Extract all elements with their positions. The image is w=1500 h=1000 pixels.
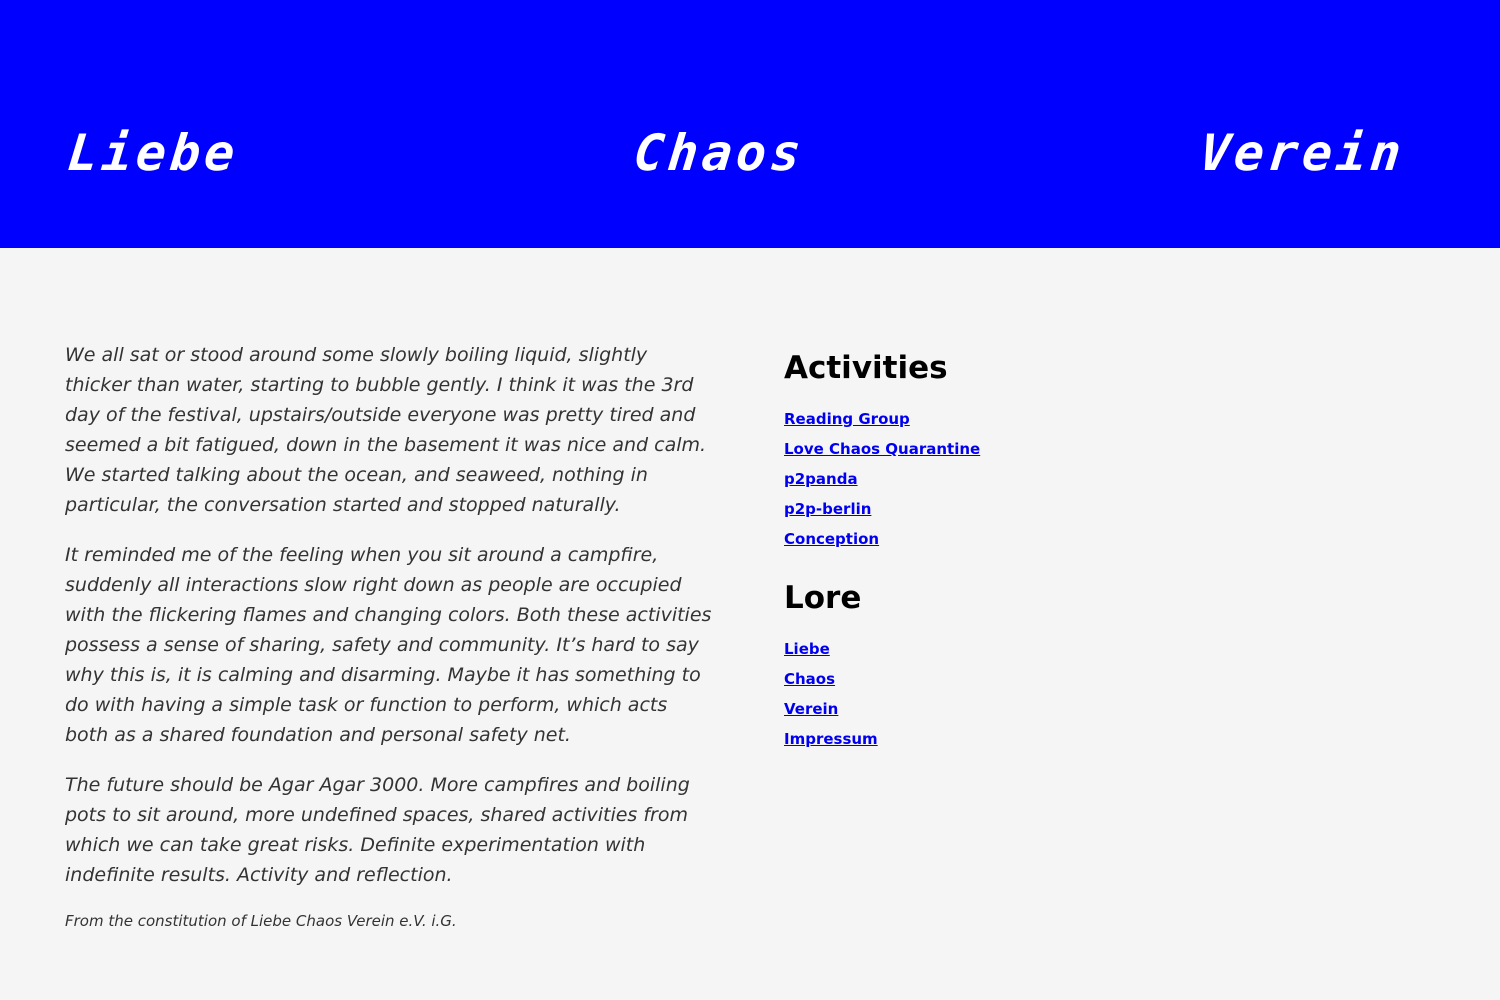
main-content: We all sat or stood around some slowly b…: [65, 340, 715, 952]
list-item: Liebe: [784, 639, 1084, 669]
link-conception[interactable]: Conception: [784, 530, 879, 548]
title-word-chaos[interactable]: Chaos: [631, 124, 808, 182]
link-liebe[interactable]: Liebe: [784, 640, 830, 658]
list-item: Chaos: [784, 669, 1084, 699]
list-item: Verein: [784, 699, 1084, 729]
link-chaos[interactable]: Chaos: [784, 670, 835, 688]
link-verein[interactable]: Verein: [784, 700, 838, 718]
link-love-chaos-quarantine[interactable]: Love Chaos Quarantine: [784, 440, 980, 458]
site-header: Liebe Chaos Verein: [0, 0, 1500, 248]
link-reading-group[interactable]: Reading Group: [784, 410, 910, 428]
paragraph-2: It reminded me of the feeling when you s…: [65, 544, 712, 746]
title-word-verein[interactable]: Verein: [1197, 124, 1408, 182]
list-item: Conception: [784, 529, 1084, 559]
link-impressum[interactable]: Impressum: [784, 730, 878, 748]
list-item: Reading Group: [784, 409, 1084, 439]
activities-list: Reading Group Love Chaos Quarantine p2pa…: [784, 409, 1084, 559]
paragraph-3: The future should be Agar Agar 3000. Mor…: [65, 774, 690, 886]
sidebar: Activities Reading Group Love Chaos Quar…: [784, 345, 1084, 759]
link-p2panda[interactable]: p2panda: [784, 470, 858, 488]
list-item: p2panda: [784, 469, 1084, 499]
lore-heading: Lore: [784, 580, 862, 616]
link-p2p-berlin[interactable]: p2p-berlin: [784, 500, 871, 518]
attribution-text: From the constitution of Liebe Chaos Ver…: [65, 912, 457, 930]
list-item: p2p-berlin: [784, 499, 1084, 529]
title-word-liebe[interactable]: Liebe: [65, 124, 242, 182]
list-item: Love Chaos Quarantine: [784, 439, 1084, 469]
lore-list: Liebe Chaos Verein Impressum: [784, 639, 1084, 759]
activities-heading: Activities: [784, 350, 948, 386]
paragraph-1: We all sat or stood around some slowly b…: [65, 344, 707, 516]
list-item: Impressum: [784, 729, 1084, 759]
